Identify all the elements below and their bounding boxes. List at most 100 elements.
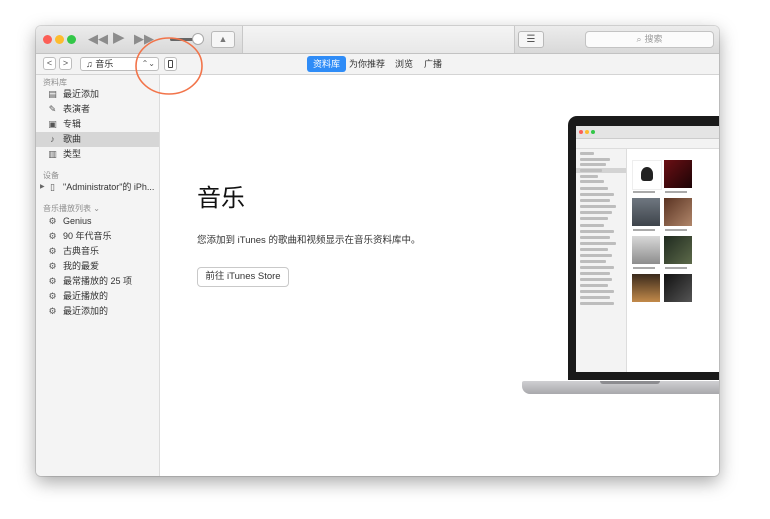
sidebar-item-label: "Administrator"的 iPh...: [63, 182, 155, 192]
mini-line: [580, 175, 598, 178]
grid-icon: ▤: [48, 89, 57, 99]
genre-icon: ▥: [48, 149, 57, 159]
sidebar-item-artists[interactable]: ✎ 表演者: [36, 102, 159, 117]
playlists-section-header[interactable]: 音乐播放列表 ⌄: [43, 203, 100, 214]
sidebar-item-favorites[interactable]: ⚙ 我的最爱: [36, 259, 159, 274]
search-field[interactable]: ⌕ 搜索: [585, 31, 714, 48]
sidebar: 资料库 ▤ 最近添加 ✎ 表演者 ▣ 专辑 ♪ 歌曲 ▥ 类型 设备 ▶ ▯ "…: [36, 75, 160, 476]
sidebar-item-songs[interactable]: ♪ 歌曲: [36, 132, 159, 147]
mini-sidebar: [576, 149, 627, 372]
mini-line: [580, 169, 602, 172]
mini-line: [580, 248, 608, 251]
sidebar-item-label: 类型: [63, 149, 82, 159]
sidebar-item-label: 90 年代音乐: [63, 231, 112, 241]
album-art: [664, 198, 692, 226]
gear-icon: ⚙: [48, 276, 57, 286]
album-caption: [665, 191, 687, 193]
gear-icon: ⚙: [48, 291, 57, 301]
chevron-left-icon: <: [46, 58, 53, 68]
search-placeholder: 搜索: [644, 34, 663, 44]
tab-radio[interactable]: 广播: [418, 56, 448, 72]
play-icon[interactable]: ▶: [113, 30, 125, 46]
album-art: [632, 198, 660, 226]
disclosure-triangle-icon[interactable]: ▶: [40, 180, 45, 195]
mini-line: [580, 242, 616, 245]
sidebar-item-device[interactable]: ▶ ▯ "Administrator"的 iPh...: [36, 180, 159, 195]
mini-line: [580, 180, 604, 183]
album-icon: ▣: [48, 119, 57, 129]
mini-line: [580, 260, 606, 263]
page-title: 音乐: [197, 184, 245, 212]
mini-dot: [591, 130, 595, 134]
close-window-button[interactable]: [43, 35, 52, 44]
sidebar-item-90s-music[interactable]: ⚙ 90 年代音乐: [36, 229, 159, 244]
sidebar-item-label: 最近添加的: [63, 306, 109, 316]
sidebar-item-label: 最近添加: [63, 89, 100, 99]
sidebar-item-recently-added-playlist[interactable]: ⚙ 最近添加的: [36, 304, 159, 319]
mini-line: [580, 205, 616, 208]
minimize-window-button[interactable]: [55, 35, 64, 44]
sidebar-item-label: 歌曲: [63, 134, 82, 144]
sidebar-item-label: 表演者: [63, 104, 91, 114]
mini-line: [580, 199, 610, 202]
gear-icon: ⚙: [48, 306, 57, 316]
mini-dot: [585, 130, 589, 134]
sidebar-item-label: 专辑: [63, 119, 82, 129]
go-to-itunes-store-button[interactable]: 前往 iTunes Store: [197, 267, 289, 287]
mini-line: [580, 272, 610, 275]
album-art: [632, 274, 660, 302]
media-type-label: 音乐: [95, 59, 114, 69]
sidebar-item-albums[interactable]: ▣ 专辑: [36, 117, 159, 132]
album-caption: [633, 229, 655, 231]
gear-icon: ⚙: [48, 246, 57, 256]
mini-line: [580, 302, 614, 305]
album-caption: [633, 267, 655, 269]
laptop-notch: [600, 381, 660, 384]
search-icon: ⌕: [636, 34, 642, 44]
mini-toolbar: [576, 126, 719, 139]
tab-for-you[interactable]: 为你推荐: [343, 56, 391, 72]
annotation-circle: [135, 37, 203, 95]
rewind-icon[interactable]: ◀◀: [88, 31, 108, 47]
tab-library[interactable]: 资料库: [307, 56, 347, 72]
album-art: [632, 160, 662, 190]
sidebar-item-recently-played[interactable]: ⚙ 最近播放的: [36, 289, 159, 304]
mini-line: [580, 217, 608, 220]
iphone-icon: ▯: [50, 182, 55, 192]
album-art: [632, 236, 660, 264]
tab-browse[interactable]: 浏览: [389, 56, 419, 72]
mini-line: [580, 230, 614, 233]
back-button[interactable]: <: [43, 57, 56, 70]
sidebar-item-genres[interactable]: ▥ 类型: [36, 147, 159, 162]
sidebar-item-label: 我的最爱: [63, 261, 100, 271]
mini-line: [580, 254, 612, 257]
microphone-icon: ✎: [48, 104, 57, 114]
page-description: 您添加到 iTunes 的歌曲和视频显示在音乐资料库中。: [197, 235, 421, 246]
sidebar-item-classical[interactable]: ⚙ 古典音乐: [36, 244, 159, 259]
mini-line: [580, 296, 610, 299]
mini-line: [580, 284, 608, 287]
album-art: [664, 236, 692, 264]
up-next-button[interactable]: ☰: [518, 31, 544, 48]
zoom-window-button[interactable]: [67, 35, 76, 44]
mini-line: [580, 158, 610, 161]
mini-line: [580, 163, 606, 166]
now-playing-display: [242, 26, 515, 53]
sidebar-item-genius[interactable]: ⚙ Genius: [36, 214, 159, 229]
gear-icon: ⚙: [48, 216, 57, 226]
airplay-button[interactable]: ▲: [211, 31, 235, 48]
album-figure: [641, 167, 653, 181]
music-note-icon: ♫: [86, 59, 96, 69]
mini-line: [580, 290, 614, 293]
sidebar-item-label: 古典音乐: [63, 246, 100, 256]
sidebar-item-label: 最常播放的 25 项: [63, 276, 133, 286]
mini-line: [580, 224, 604, 227]
album-caption: [665, 267, 687, 269]
sidebar-item-top-25[interactable]: ⚙ 最常播放的 25 项: [36, 274, 159, 289]
forward-button[interactable]: >: [59, 57, 72, 70]
mini-line: [580, 187, 608, 190]
mini-line: [580, 266, 614, 269]
album-caption: [665, 229, 687, 231]
mini-line: [580, 211, 612, 214]
mini-line: [580, 152, 594, 155]
